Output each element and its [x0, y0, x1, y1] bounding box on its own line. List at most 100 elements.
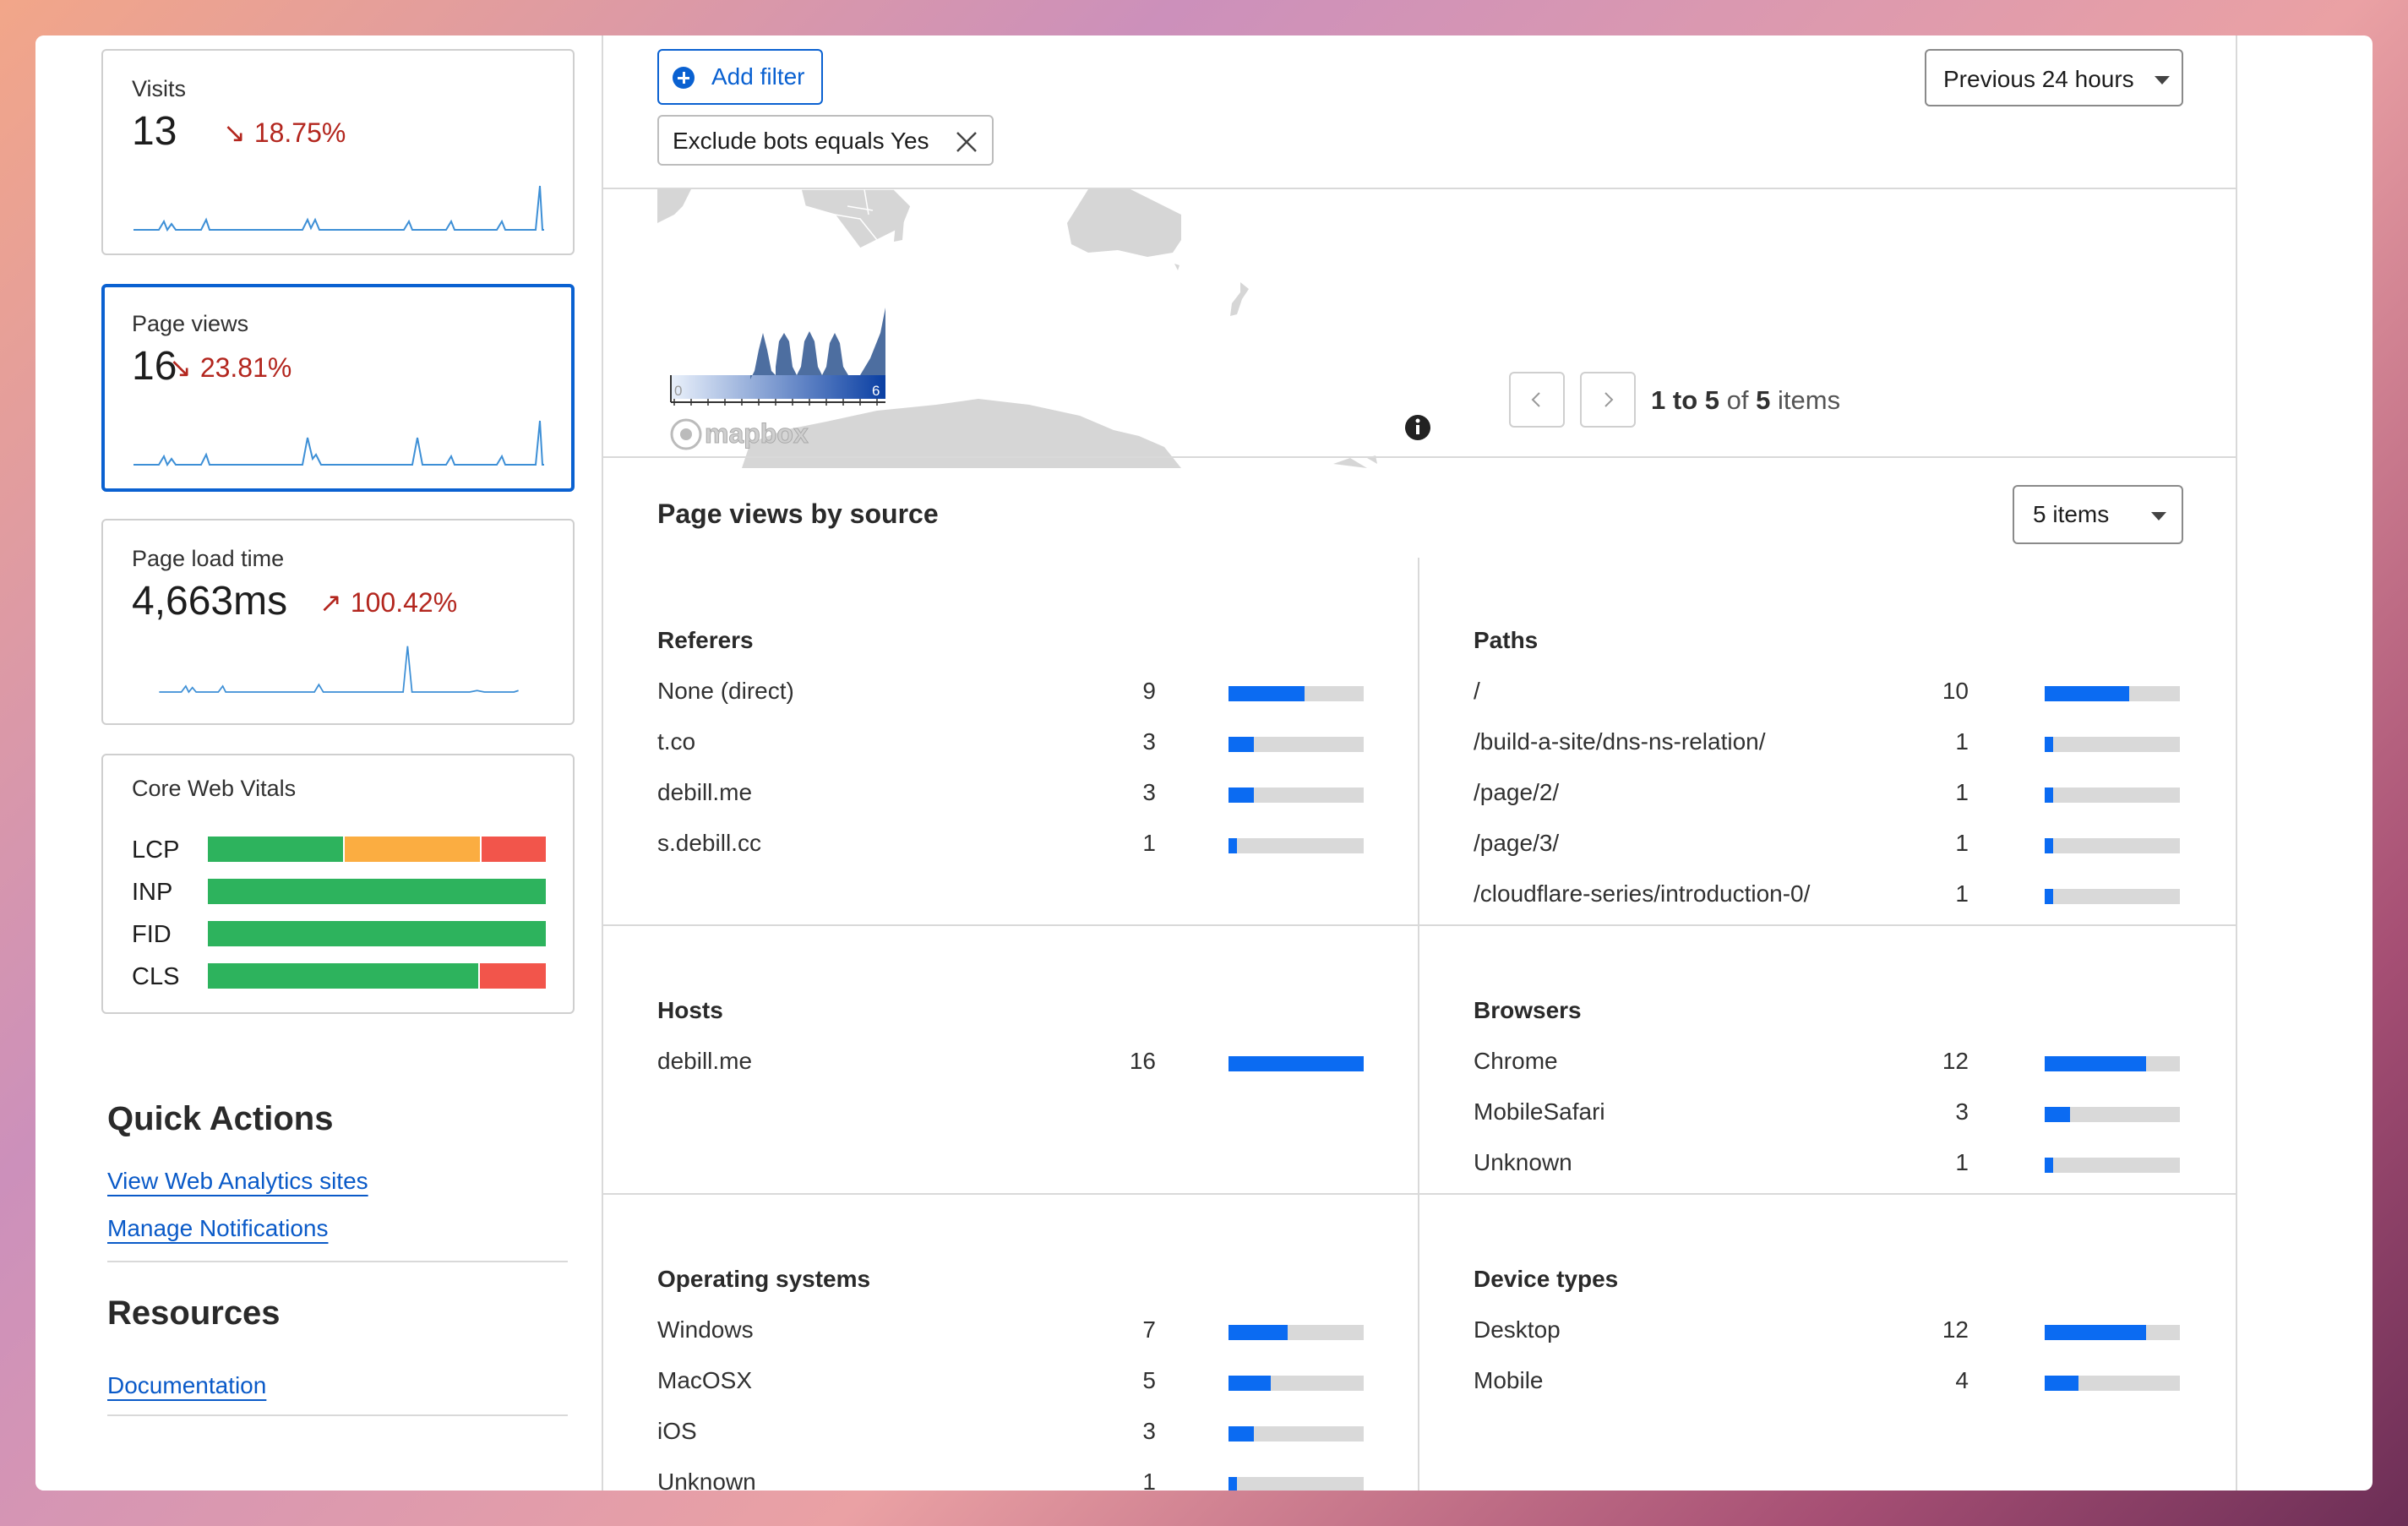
time-range-select[interactable]: Previous 24 hours: [1925, 49, 2183, 106]
item-bar-track: [2045, 889, 2180, 904]
item-bar-track: [2045, 1376, 2180, 1391]
group-title-os: Operating systems: [657, 1266, 871, 1292]
group-title-paths: Paths: [1474, 627, 1539, 653]
item-count: 9: [1142, 678, 1156, 704]
item-bar-track: [2045, 1107, 2180, 1122]
items-per-page-select[interactable]: 5 items: [2013, 485, 2183, 544]
map-canvas: 0 6 mapbox: [657, 188, 1430, 468]
filter-chip-exclude-bots[interactable]: Exclude bots equals Yes: [657, 115, 994, 166]
link-view-web-analytics-sites[interactable]: View Web Analytics sites: [107, 1168, 368, 1195]
list-item[interactable]: debill.me 16: [657, 1046, 1364, 1076]
list-item[interactable]: /page/3/1: [1474, 828, 2180, 858]
item-count: 3: [1142, 1418, 1156, 1444]
list-item[interactable]: iOS 3: [657, 1416, 1364, 1447]
item-name: debill.me: [657, 1048, 753, 1074]
list-item[interactable]: Desktop 12: [1474, 1315, 2180, 1345]
list-item[interactable]: None (direct) 9: [657, 676, 1364, 706]
item-name: s.debill.cc: [657, 830, 761, 856]
divider: [603, 1193, 2236, 1195]
item-bar-fill: [2045, 1056, 2146, 1071]
item-bar-fill: [2045, 838, 2053, 853]
chevron-left-icon: [1531, 392, 1540, 407]
add-filter-button[interactable]: Add filter: [657, 49, 823, 105]
sidebar-divider: [602, 35, 603, 1491]
page-views-by-source-title: Page views by source: [657, 499, 939, 529]
next-page-button[interactable]: [1580, 372, 1636, 428]
metric-delta: ↘ 23.81%: [169, 352, 291, 384]
world-map[interactable]: 0 6 mapbox: [657, 188, 1460, 468]
metric-card-page-load-time[interactable]: Page load time 4,663ms ↗ 100.42%: [101, 519, 575, 725]
cwv-key: INP: [132, 879, 173, 906]
close-icon[interactable]: [955, 130, 978, 154]
core-web-vitals-card[interactable]: Core Web Vitals LCP INP FID CLS: [101, 754, 575, 1014]
link-documentation[interactable]: Documentation: [107, 1372, 266, 1399]
cwv-row-fid: FID: [132, 921, 546, 948]
pagination-of-word: of: [1726, 385, 1749, 415]
item-bar-fill: [1229, 1056, 1364, 1071]
previous-page-button[interactable]: [1509, 372, 1565, 428]
item-name: Chrome: [1474, 1048, 1558, 1074]
metric-delta: ↘ 18.75%: [223, 117, 346, 149]
pagination-to-word: to: [1672, 385, 1698, 415]
item-bar-track: [1229, 1056, 1364, 1071]
metric-delta-value: 23.81%: [199, 352, 292, 383]
legend-gradient: [671, 375, 885, 399]
item-name: /page/2/: [1474, 779, 1560, 805]
cwv-bar: [208, 837, 546, 862]
item-bar-track: [1229, 1426, 1364, 1442]
pagination-total: 5: [1756, 385, 1771, 415]
cwv-poor-segment: [480, 963, 546, 989]
item-bar-fill: [1229, 1477, 1237, 1491]
list-item[interactable]: debill.me 3: [657, 777, 1364, 808]
sparkline-chart: [133, 420, 544, 467]
list-item[interactable]: Unknown 1: [657, 1467, 1364, 1491]
item-count: 1: [1955, 830, 1969, 856]
item-name: MacOSX: [657, 1367, 753, 1393]
list-item[interactable]: /cloudflare-series/introduction-0/1: [1474, 879, 2180, 909]
item-bar-track: [2045, 686, 2180, 701]
arrow-down-right-icon: ↘: [223, 117, 246, 148]
item-bar-fill: [2045, 686, 2129, 701]
item-bar-track: [2045, 788, 2180, 803]
pagination-items-word: items: [1778, 385, 1841, 415]
item-bar-track: [2045, 1325, 2180, 1340]
link-manage-notifications[interactable]: Manage Notifications: [107, 1215, 328, 1242]
item-count: 12: [1942, 1048, 1969, 1074]
item-name: iOS: [657, 1418, 697, 1444]
cwv-good-segment: [208, 963, 478, 989]
item-bar-track: [2045, 1158, 2180, 1173]
metric-card-page-views[interactable]: Page views 16 ↘ 23.81%: [101, 284, 575, 492]
item-count: 1: [1955, 728, 1969, 755]
divider: [107, 1414, 568, 1416]
cwv-ni-segment: [345, 837, 480, 862]
group-title-referers: Referers: [657, 627, 754, 653]
list-item[interactable]: Mobile 4: [1474, 1365, 2180, 1396]
list-item[interactable]: MobileSafari 3: [1474, 1097, 2180, 1127]
metric-card-visits[interactable]: Visits 13 ↘ 18.75%: [101, 49, 575, 255]
item-bar-fill: [2045, 1158, 2053, 1173]
item-count: 10: [1942, 678, 1969, 704]
list-item[interactable]: s.debill.cc 1: [657, 828, 1364, 858]
metric-delta: ↗ 100.42%: [319, 586, 457, 619]
list-item[interactable]: t.co 3: [657, 727, 1364, 757]
cwv-row-lcp: LCP: [132, 837, 546, 864]
list-item[interactable]: / 10: [1474, 676, 2180, 706]
item-bar-fill: [1229, 1426, 1254, 1442]
sparkline-chart: [133, 185, 544, 232]
cwv-key: LCP: [132, 837, 180, 864]
list-item[interactable]: /page/2/1: [1474, 777, 2180, 808]
list-item[interactable]: Windows 7: [657, 1315, 1364, 1345]
list-item[interactable]: Chrome 12: [1474, 1046, 2180, 1076]
item-bar-track: [1229, 1376, 1364, 1391]
cwv-good-segment: [208, 837, 343, 862]
item-count: 16: [1129, 1048, 1156, 1074]
list-item[interactable]: /build-a-site/dns-ns-relation/1: [1474, 727, 2180, 757]
cwv-row-cls: CLS: [132, 963, 546, 990]
item-count: 3: [1955, 1098, 1969, 1125]
list-item[interactable]: MacOSX 5: [657, 1365, 1364, 1396]
cwv-key: FID: [132, 921, 172, 948]
chevron-down-icon: [2151, 512, 2166, 520]
list-item[interactable]: Unknown 1: [1474, 1147, 2180, 1178]
sidebar: Visits 13 ↘ 18.75% Page views 16 ↘ 23.81% …: [35, 35, 603, 1491]
item-count: 5: [1142, 1367, 1156, 1393]
